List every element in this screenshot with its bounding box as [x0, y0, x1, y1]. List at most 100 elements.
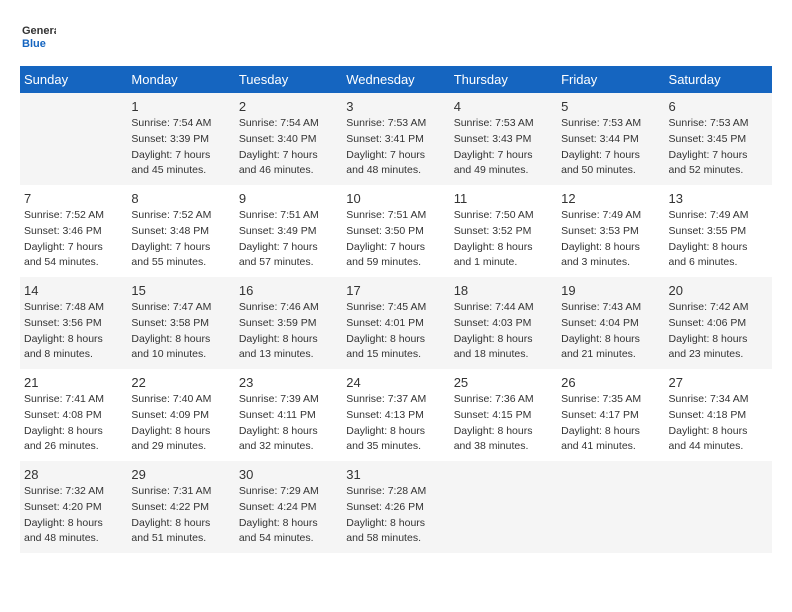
day-info: Sunrise: 7:48 AMSunset: 3:56 PMDaylight:… [24, 300, 123, 363]
day-number: 1 [131, 99, 230, 114]
calendar-cell: 4 Sunrise: 7:53 AMSunset: 3:43 PMDaylight… [450, 93, 557, 185]
day-info: Sunrise: 7:40 AMSunset: 4:09 PMDaylight:… [131, 392, 230, 455]
day-number: 5 [561, 99, 660, 114]
day-number: 26 [561, 375, 660, 390]
calendar-cell: 13Sunrise: 7:49 AMSunset: 3:55 PMDayligh… [665, 185, 772, 277]
week-row-4: 21 Sunrise: 7:41 AMSunset: 4:08 PMDayligh… [20, 369, 772, 461]
calendar-cell: 12Sunrise: 7:49 AMSunset: 3:53 PMDayligh… [557, 185, 664, 277]
calendar-cell: 3 Sunrise: 7:53 AMSunset: 3:41 PMDaylight… [342, 93, 449, 185]
day-number: 22 [131, 375, 230, 390]
calendar-cell [20, 93, 127, 185]
calendar-cell [557, 461, 664, 553]
page-header: General Blue [20, 20, 772, 56]
day-info: Sunrise: 7:39 AMSunset: 4:11 PMDaylight:… [239, 392, 338, 455]
day-info: Sunrise: 7:46 AMSunset: 3:59 PMDaylight:… [239, 300, 338, 363]
day-number: 21 [24, 375, 123, 390]
calendar-cell: 11 Sunrise: 7:50 AMSunset: 3:52 PMDayligh… [450, 185, 557, 277]
day-number: 14 [24, 283, 123, 298]
day-number: 20 [669, 283, 768, 298]
svg-text:General: General [22, 25, 56, 37]
day-number: 4 [454, 99, 553, 114]
day-number: 10 [346, 191, 445, 206]
day-info: Sunrise: 7:36 AMSunset: 4:15 PMDaylight:… [454, 392, 553, 455]
col-header-monday: Monday [127, 66, 234, 93]
day-number: 3 [346, 99, 445, 114]
calendar-cell: 28 Sunrise: 7:32 AMSunset: 4:20 PMDayligh… [20, 461, 127, 553]
day-info: Sunrise: 7:52 AMSunset: 3:48 PMDaylight:… [131, 208, 230, 271]
calendar-cell: 25 Sunrise: 7:36 AMSunset: 4:15 PMDayligh… [450, 369, 557, 461]
day-number: 28 [24, 467, 123, 482]
day-number: 7 [24, 191, 123, 206]
day-number: 8 [131, 191, 230, 206]
calendar-cell: 14 Sunrise: 7:48 AMSunset: 3:56 PMDayligh… [20, 277, 127, 369]
day-info: Sunrise: 7:49 AMSunset: 3:55 PMDaylight:… [669, 208, 768, 271]
day-info: Sunrise: 7:54 AMSunset: 3:40 PMDaylight:… [239, 116, 338, 179]
day-info: Sunrise: 7:47 AMSunset: 3:58 PMDaylight:… [131, 300, 230, 363]
calendar-cell: 23 Sunrise: 7:39 AMSunset: 4:11 PMDayligh… [235, 369, 342, 461]
week-row-2: 7 Sunrise: 7:52 AMSunset: 3:46 PMDaylight… [20, 185, 772, 277]
col-header-tuesday: Tuesday [235, 66, 342, 93]
day-number: 11 [454, 191, 553, 206]
calendar-table: SundayMondayTuesdayWednesdayThursdayFrid… [20, 66, 772, 553]
calendar-cell: 15 Sunrise: 7:47 AMSunset: 3:58 PMDayligh… [127, 277, 234, 369]
calendar-cell: 27 Sunrise: 7:34 AMSunset: 4:18 PMDayligh… [665, 369, 772, 461]
calendar-cell: 29 Sunrise: 7:31 AMSunset: 4:22 PMDayligh… [127, 461, 234, 553]
calendar-header-row: SundayMondayTuesdayWednesdayThursdayFrid… [20, 66, 772, 93]
day-info: Sunrise: 7:37 AMSunset: 4:13 PMDaylight:… [346, 392, 445, 455]
day-number: 15 [131, 283, 230, 298]
day-number: 2 [239, 99, 338, 114]
calendar-cell: 7 Sunrise: 7:52 AMSunset: 3:46 PMDaylight… [20, 185, 127, 277]
day-info: Sunrise: 7:41 AMSunset: 4:08 PMDaylight:… [24, 392, 123, 455]
svg-text:Blue: Blue [22, 38, 46, 50]
calendar-cell [450, 461, 557, 553]
calendar-cell: 24 Sunrise: 7:37 AMSunset: 4:13 PMDayligh… [342, 369, 449, 461]
col-header-wednesday: Wednesday [342, 66, 449, 93]
calendar-cell: 16 Sunrise: 7:46 AMSunset: 3:59 PMDayligh… [235, 277, 342, 369]
day-info: Sunrise: 7:54 AMSunset: 3:39 PMDaylight:… [131, 116, 230, 179]
day-number: 24 [346, 375, 445, 390]
day-info: Sunrise: 7:31 AMSunset: 4:22 PMDaylight:… [131, 484, 230, 547]
day-info: Sunrise: 7:28 AMSunset: 4:26 PMDaylight:… [346, 484, 445, 547]
day-info: Sunrise: 7:52 AMSunset: 3:46 PMDaylight:… [24, 208, 123, 271]
day-number: 17 [346, 283, 445, 298]
col-header-sunday: Sunday [20, 66, 127, 93]
calendar-cell: 5 Sunrise: 7:53 AMSunset: 3:44 PMDaylight… [557, 93, 664, 185]
day-info: Sunrise: 7:34 AMSunset: 4:18 PMDaylight:… [669, 392, 768, 455]
day-number: 23 [239, 375, 338, 390]
day-number: 6 [669, 99, 768, 114]
day-number: 9 [239, 191, 338, 206]
col-header-thursday: Thursday [450, 66, 557, 93]
day-info: Sunrise: 7:32 AMSunset: 4:20 PMDaylight:… [24, 484, 123, 547]
calendar-cell: 22 Sunrise: 7:40 AMSunset: 4:09 PMDayligh… [127, 369, 234, 461]
day-info: Sunrise: 7:50 AMSunset: 3:52 PMDaylight:… [454, 208, 553, 271]
week-row-1: 1 Sunrise: 7:54 AMSunset: 3:39 PMDaylight… [20, 93, 772, 185]
calendar-cell: 20 Sunrise: 7:42 AMSunset: 4:06 PMDayligh… [665, 277, 772, 369]
day-info: Sunrise: 7:44 AMSunset: 4:03 PMDaylight:… [454, 300, 553, 363]
day-info: Sunrise: 7:53 AMSunset: 3:41 PMDaylight:… [346, 116, 445, 179]
calendar-cell: 19 Sunrise: 7:43 AMSunset: 4:04 PMDayligh… [557, 277, 664, 369]
day-info: Sunrise: 7:43 AMSunset: 4:04 PMDaylight:… [561, 300, 660, 363]
day-number: 29 [131, 467, 230, 482]
day-info: Sunrise: 7:51 AMSunset: 3:50 PMDaylight:… [346, 208, 445, 271]
day-number: 19 [561, 283, 660, 298]
day-info: Sunrise: 7:53 AMSunset: 3:43 PMDaylight:… [454, 116, 553, 179]
logo-svg: General Blue [20, 20, 56, 56]
calendar-cell: 30Sunrise: 7:29 AMSunset: 4:24 PMDayligh… [235, 461, 342, 553]
calendar-cell: 2 Sunrise: 7:54 AMSunset: 3:40 PMDaylight… [235, 93, 342, 185]
calendar-cell: 8 Sunrise: 7:52 AMSunset: 3:48 PMDaylight… [127, 185, 234, 277]
day-info: Sunrise: 7:53 AMSunset: 3:44 PMDaylight:… [561, 116, 660, 179]
day-number: 16 [239, 283, 338, 298]
day-number: 12 [561, 191, 660, 206]
calendar-cell: 26 Sunrise: 7:35 AMSunset: 4:17 PMDayligh… [557, 369, 664, 461]
day-info: Sunrise: 7:35 AMSunset: 4:17 PMDaylight:… [561, 392, 660, 455]
col-header-friday: Friday [557, 66, 664, 93]
calendar-cell: 17Sunrise: 7:45 AMSunset: 4:01 PMDayligh… [342, 277, 449, 369]
day-number: 25 [454, 375, 553, 390]
calendar-cell: 9Sunrise: 7:51 AMSunset: 3:49 PMDaylight… [235, 185, 342, 277]
day-number: 31 [346, 467, 445, 482]
day-number: 27 [669, 375, 768, 390]
col-header-saturday: Saturday [665, 66, 772, 93]
calendar-cell: 21 Sunrise: 7:41 AMSunset: 4:08 PMDayligh… [20, 369, 127, 461]
week-row-3: 14 Sunrise: 7:48 AMSunset: 3:56 PMDayligh… [20, 277, 772, 369]
day-info: Sunrise: 7:42 AMSunset: 4:06 PMDaylight:… [669, 300, 768, 363]
